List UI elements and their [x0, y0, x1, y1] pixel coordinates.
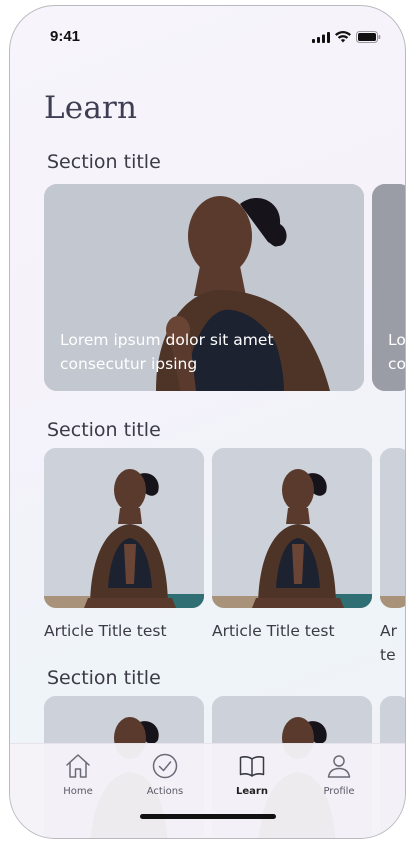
article-card-image[interactable]	[380, 448, 405, 608]
check-circle-icon	[152, 753, 178, 779]
section-title: Section title	[47, 151, 161, 173]
article-card-image[interactable]	[44, 448, 204, 608]
featured-article-card[interactable]: Lo co	[372, 184, 406, 391]
card-caption: Lo co	[388, 331, 406, 373]
home-icon	[66, 754, 90, 778]
tab-home[interactable]: Home	[43, 752, 113, 797]
card-caption: Lorem ipsum dolor sit amet consecutur ip…	[60, 331, 274, 373]
cellular-signal-icon	[312, 31, 330, 43]
home-indicator	[140, 814, 276, 819]
tab-label: Home	[63, 786, 93, 797]
tab-profile[interactable]: Profile	[304, 752, 374, 797]
tab-label: Actions	[146, 786, 184, 797]
status-time: 9:41	[50, 28, 81, 45]
article-title: Ar te	[380, 622, 397, 664]
page-title: Learn	[44, 90, 138, 126]
article-card-image[interactable]	[212, 448, 372, 608]
woman-meditating-photo	[44, 448, 204, 608]
tab-actions[interactable]: Actions	[130, 752, 200, 797]
article-title: Article Title test	[44, 622, 167, 640]
status-icons	[312, 31, 381, 43]
phone-frame: 9:41 Learn Section title Lorem ipsum dol…	[9, 5, 406, 839]
section-title: Section title	[47, 419, 161, 441]
section-title: Section title	[47, 667, 161, 689]
tab-bar: Home Actions Learn Profile	[10, 743, 405, 838]
featured-article-card[interactable]: Lorem ipsum dolor sit amet consecutur ip…	[44, 184, 364, 391]
woman-meditating-photo	[380, 448, 405, 608]
open-book-icon	[239, 756, 265, 777]
tab-learn[interactable]: Learn	[217, 752, 287, 797]
wifi-icon	[335, 31, 351, 43]
tab-label: Profile	[323, 786, 355, 797]
status-bar: 9:41	[10, 6, 405, 58]
person-icon	[327, 755, 351, 778]
battery-icon	[356, 31, 381, 43]
woman-meditating-photo	[212, 448, 372, 608]
article-title: Article Title test	[212, 622, 335, 640]
tab-label: Learn	[236, 786, 268, 797]
